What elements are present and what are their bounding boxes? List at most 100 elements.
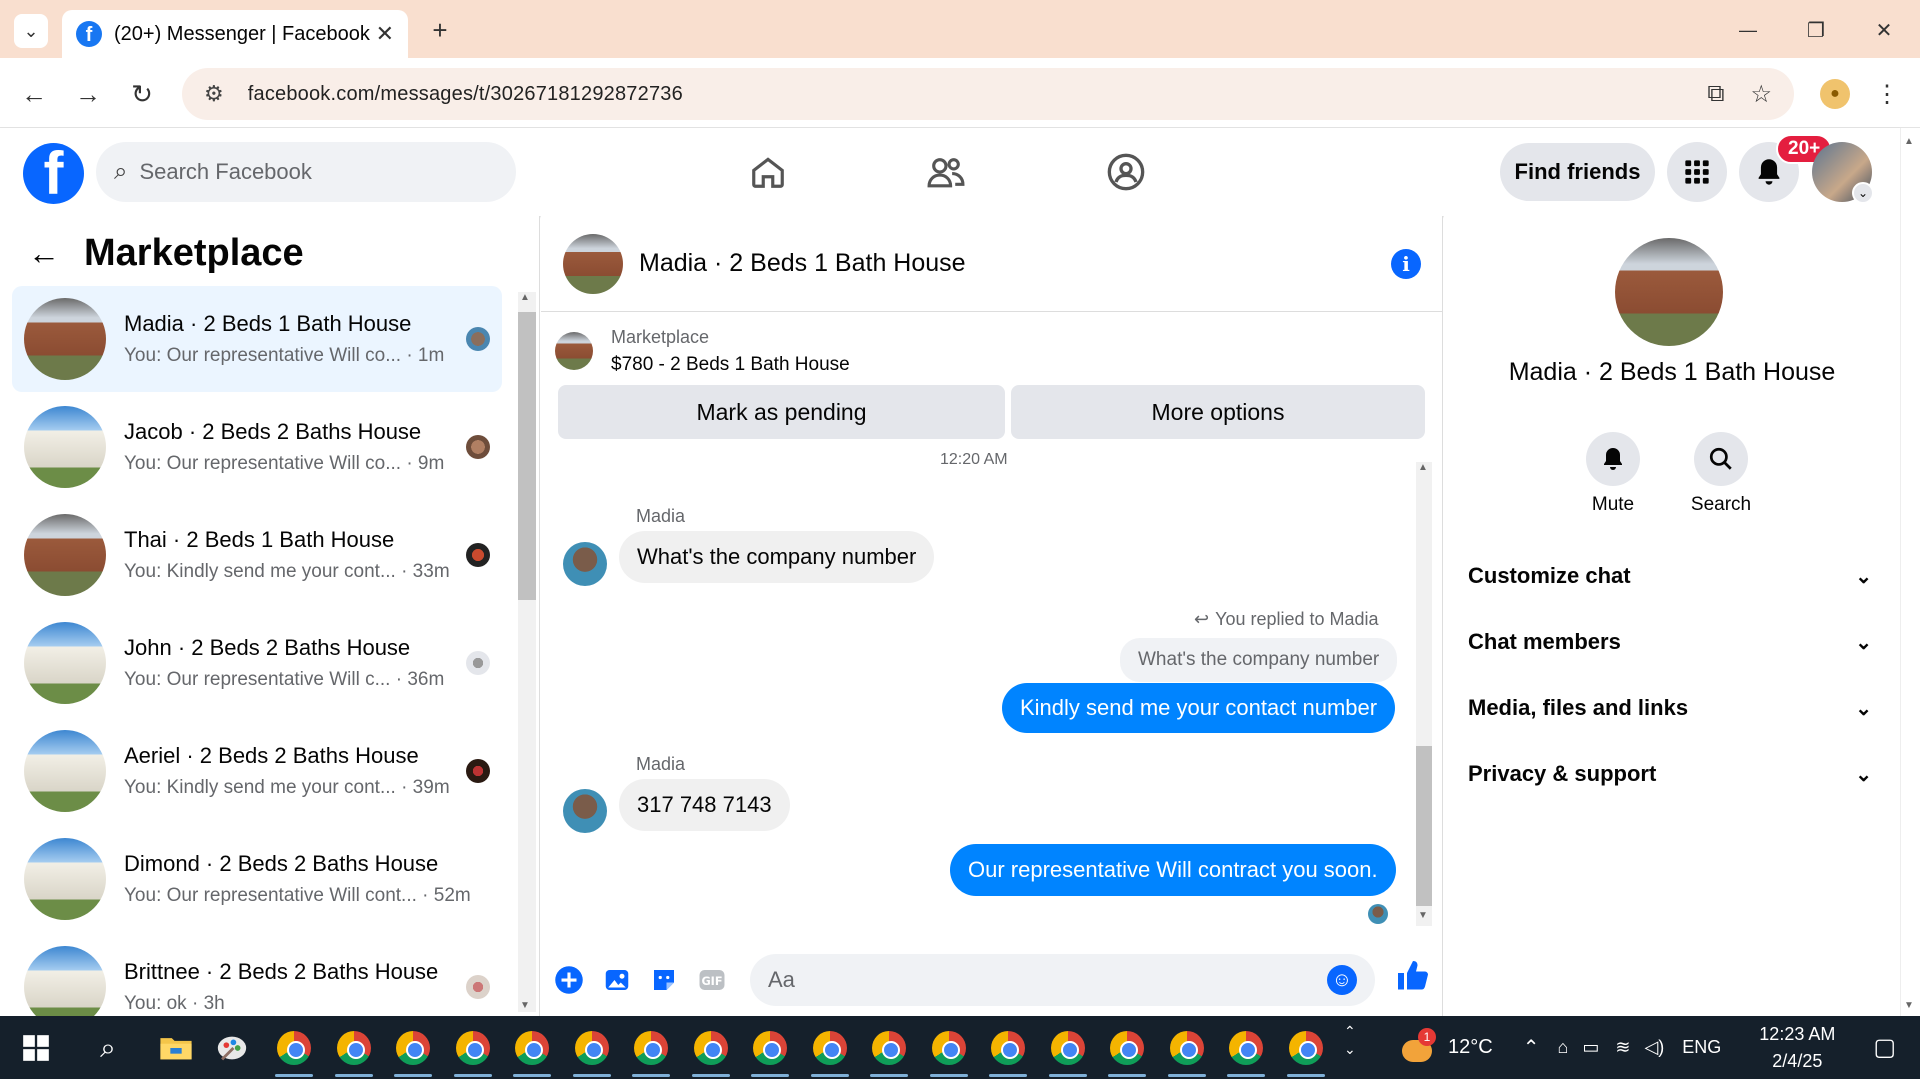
mark-as-pending-button[interactable]: Mark as pending — [558, 385, 1005, 439]
chrome-taskbar-icon[interactable] — [1050, 1030, 1086, 1066]
language-indicator[interactable]: ENG — [1682, 1037, 1721, 1058]
facebook-logo-icon[interactable]: f — [23, 143, 84, 204]
chrome-taskbar-icon[interactable] — [395, 1030, 431, 1066]
gif-icon[interactable]: GIF — [696, 964, 728, 996]
conversation-item[interactable]: Madia · 2 Beds 1 Bath House You: Our repr… — [12, 286, 502, 392]
chat-settings-section[interactable]: Chat members ⌄ — [1468, 612, 1872, 672]
message-input[interactable]: Aa ☺ — [749, 954, 1375, 1006]
chat-settings-section[interactable]: Customize chat ⌄ — [1468, 546, 1872, 606]
browser-menu-kebab-icon[interactable]: ⋮ — [1872, 76, 1902, 112]
chat-profile-photo[interactable] — [1615, 238, 1723, 346]
window-restore-button[interactable]: ❐ — [1798, 12, 1834, 48]
scroll-up-arrow-icon[interactable]: ▲ — [1904, 136, 1914, 147]
conversation-list-scrollbar-thumb[interactable] — [518, 312, 536, 600]
outgoing-message[interactable]: Kindly send me your contact number — [1002, 683, 1396, 733]
conversation-item[interactable]: Aeriel · 2 Beds 2 Baths House You: Kindly… — [12, 718, 502, 824]
conversation-item[interactable]: Thai · 2 Beds 1 Bath House You: Kindly se… — [12, 502, 502, 608]
paint-app-icon[interactable] — [214, 1030, 250, 1066]
incoming-message[interactable]: 317 748 7143 — [619, 779, 790, 831]
emoji-smile-icon[interactable]: ☺ — [1327, 965, 1357, 995]
find-friends-button[interactable]: Find friends — [1500, 143, 1655, 201]
facebook-search-input[interactable]: ⌕ Search Facebook — [96, 142, 516, 202]
friends-icon[interactable] — [924, 150, 968, 194]
forward-arrow-icon[interactable]: → — [70, 76, 106, 112]
window-close-button[interactable]: ✕ — [1866, 12, 1902, 48]
meet-camera-icon[interactable]: ⌂ — [1557, 1037, 1568, 1058]
volume-icon[interactable]: ◁) — [1644, 1037, 1664, 1058]
info-icon[interactable]: i — [1391, 248, 1421, 279]
menu-grid-icon[interactable] — [1667, 142, 1727, 202]
chrome-taskbar-icon[interactable] — [455, 1030, 491, 1066]
windows-start-icon[interactable] — [18, 1030, 54, 1066]
chrome-taskbar-icon[interactable] — [276, 1030, 312, 1066]
weather-temperature[interactable]: 12°C — [1448, 1036, 1493, 1059]
tray-overflow-caret-icon[interactable]: ⌃ — [1523, 1035, 1540, 1060]
chrome-taskbar-icon[interactable] — [1169, 1030, 1205, 1066]
site-settings-icon[interactable]: ⚙ — [204, 81, 224, 107]
scroll-down-arrow-icon[interactable]: ▼ — [520, 1000, 530, 1011]
taskbar-search-icon[interactable]: ⌕ — [90, 1030, 126, 1066]
add-plus-icon[interactable] — [553, 964, 585, 996]
taskbar-overflow-chevrons-icon[interactable]: ⌃ ⌄ — [1344, 1022, 1356, 1058]
groups-icon[interactable] — [1104, 150, 1148, 194]
address-bar[interactable]: ⚙ facebook.com/messages/t/30267181292872… — [182, 68, 1794, 120]
chrome-taskbar-icon[interactable] — [336, 1030, 372, 1066]
chrome-taskbar-icon[interactable] — [633, 1030, 669, 1066]
weather-icon[interactable]: 1 — [1398, 1027, 1438, 1068]
chrome-taskbar-icon[interactable] — [574, 1030, 610, 1066]
messages-scrollbar-thumb[interactable] — [1416, 746, 1432, 906]
chrome-taskbar-icon[interactable] — [1228, 1030, 1264, 1066]
tab-close-icon[interactable]: ✕ — [376, 21, 394, 47]
chat-thumbnail[interactable] — [563, 233, 623, 294]
scroll-down-arrow-icon[interactable]: ▼ — [1418, 910, 1428, 921]
file-explorer-icon[interactable] — [158, 1030, 194, 1066]
incoming-message[interactable]: What's the company number — [619, 531, 935, 583]
mute-bell-icon[interactable] — [1586, 432, 1640, 486]
scroll-up-arrow-icon[interactable]: ▲ — [1418, 462, 1428, 473]
battery-icon[interactable]: ▭ — [1582, 1037, 1599, 1058]
browser-tab-messenger[interactable]: f (20+) Messenger | Facebook ✕ — [62, 10, 408, 58]
conversation-item[interactable]: Dimond · 2 Beds 2 Baths House You: Our re… — [12, 826, 502, 932]
like-thumbs-up-icon[interactable] — [1395, 958, 1431, 1002]
mute-label[interactable]: Mute — [1563, 494, 1663, 516]
scroll-down-arrow-icon[interactable]: ▼ — [1904, 1000, 1914, 1011]
url-text[interactable]: facebook.com/messages/t/3026718129287273… — [248, 83, 1682, 106]
chrome-taskbar-icon[interactable] — [514, 1030, 550, 1066]
scroll-up-arrow-icon[interactable]: ▲ — [520, 292, 530, 303]
outgoing-message[interactable]: Our representative Will contract you soo… — [950, 844, 1396, 896]
window-minimize-button[interactable]: — — [1730, 12, 1766, 48]
chrome-taskbar-icon[interactable] — [752, 1030, 788, 1066]
browser-profile-icon[interactable]: ● — [1820, 79, 1850, 109]
chrome-taskbar-icon[interactable] — [1288, 1030, 1324, 1066]
quoted-message[interactable]: What's the company number — [1120, 638, 1398, 682]
chrome-taskbar-icon[interactable] — [693, 1030, 729, 1066]
sender-avatar[interactable] — [563, 542, 607, 586]
chat-settings-section[interactable]: Media, files and links ⌄ — [1468, 678, 1872, 738]
chrome-taskbar-icon[interactable] — [990, 1030, 1026, 1066]
search-in-chat-icon[interactable] — [1694, 432, 1748, 486]
system-clock[interactable]: 12:23 AM 2/4/25 — [1759, 1021, 1835, 1075]
search-label[interactable]: Search — [1671, 494, 1771, 516]
conversation-item[interactable]: John · 2 Beds 2 Baths House You: Our repr… — [12, 610, 502, 716]
bookmark-star-icon[interactable]: ☆ — [1750, 80, 1772, 109]
chat-settings-section[interactable]: Privacy & support ⌄ — [1468, 744, 1872, 804]
chrome-taskbar-icon[interactable] — [1109, 1030, 1145, 1066]
more-options-button[interactable]: More options — [1011, 385, 1425, 439]
tab-search-chevron-icon[interactable]: ⌄ — [14, 14, 48, 48]
page-scrollbar[interactable] — [1900, 128, 1920, 1016]
chrome-taskbar-icon[interactable] — [871, 1030, 907, 1066]
home-icon[interactable] — [746, 150, 790, 194]
new-tab-button[interactable]: + — [422, 12, 458, 48]
conversation-item[interactable]: Jacob · 2 Beds 2 Baths House You: Our rep… — [12, 394, 502, 500]
chrome-taskbar-icon[interactable] — [812, 1030, 848, 1066]
install-app-icon[interactable]: ⧉ — [1707, 80, 1724, 108]
account-chevron-down-icon[interactable]: ⌄ — [1852, 182, 1874, 204]
chat-title[interactable]: Madia · 2 Beds 1 Bath House — [639, 249, 1391, 278]
back-arrow-icon[interactable]: ← — [28, 235, 60, 272]
notification-center-icon[interactable]: ▢ — [1873, 1033, 1896, 1062]
back-arrow-icon[interactable]: ← — [16, 76, 52, 112]
reload-icon[interactable]: ↻ — [124, 76, 160, 112]
sticker-icon[interactable] — [648, 964, 680, 996]
photo-attach-icon[interactable] — [601, 964, 633, 996]
wifi-icon[interactable]: ≋ — [1615, 1037, 1630, 1058]
